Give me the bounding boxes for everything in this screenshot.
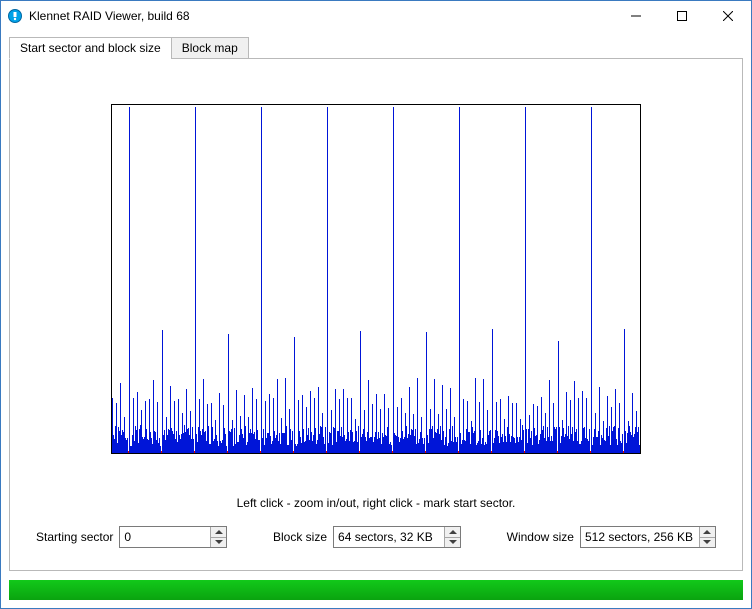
histogram-bar: [459, 107, 460, 453]
minimize-button[interactable]: [613, 1, 659, 31]
controls-row: Starting sector Block size: [26, 526, 726, 552]
app-window: Klennet RAID Viewer, build 68 Start sect…: [0, 0, 752, 609]
titlebar: Klennet RAID Viewer, build 68: [1, 1, 751, 31]
histogram-bar: [261, 107, 262, 453]
window-size-spinner[interactable]: [580, 526, 716, 548]
block-size-spinner[interactable]: [333, 526, 461, 548]
starting-sector-control: Starting sector: [36, 526, 227, 548]
tab-start-sector[interactable]: Start sector and block size: [9, 37, 172, 59]
histogram-bar: [525, 107, 526, 453]
sector-histogram-plot[interactable]: [111, 104, 641, 454]
block-size-up[interactable]: [445, 527, 460, 537]
close-button[interactable]: [705, 1, 751, 31]
block-size-down[interactable]: [445, 537, 460, 548]
histogram-bar: [393, 107, 394, 453]
app-icon: [7, 8, 23, 24]
tab-strip: Start sector and block size Block map: [9, 37, 743, 59]
histogram-bar: [360, 331, 361, 453]
window-buttons: [613, 1, 751, 31]
window-size-down[interactable]: [700, 537, 715, 548]
histogram-bar: [129, 107, 130, 453]
histogram-bar: [639, 445, 640, 453]
block-size-control: Block size: [273, 526, 461, 548]
histogram-bar: [483, 379, 484, 453]
plot-container: [26, 71, 726, 486]
starting-sector-up[interactable]: [211, 527, 226, 537]
tab-panel: Left click - zoom in/out, right click - …: [9, 58, 743, 571]
maximize-button[interactable]: [659, 1, 705, 31]
status-progress-bar: [9, 580, 743, 600]
window-size-input[interactable]: [581, 527, 699, 547]
histogram-bar: [327, 107, 328, 453]
histogram-bar: [294, 337, 295, 453]
window-size-control: Window size: [507, 526, 716, 548]
block-size-label: Block size: [273, 530, 327, 544]
block-size-input[interactable]: [334, 527, 444, 547]
window-title: Klennet RAID Viewer, build 68: [29, 9, 613, 23]
window-size-label: Window size: [507, 530, 574, 544]
histogram-bar: [492, 329, 493, 453]
histogram-bar: [591, 107, 592, 453]
client-area: Start sector and block size Block map Le…: [1, 31, 751, 608]
starting-sector-input[interactable]: [120, 527, 210, 547]
window-size-up[interactable]: [700, 527, 715, 537]
starting-sector-spinner[interactable]: [119, 526, 227, 548]
histogram-bar: [417, 378, 418, 453]
histogram-bar: [195, 107, 196, 453]
starting-sector-down[interactable]: [211, 537, 226, 548]
plot-hint-text: Left click - zoom in/out, right click - …: [26, 496, 726, 510]
starting-sector-label: Starting sector: [36, 530, 113, 544]
tab-block-map[interactable]: Block map: [171, 37, 249, 59]
histogram-bar: [475, 378, 476, 453]
histogram-bar: [599, 387, 600, 453]
